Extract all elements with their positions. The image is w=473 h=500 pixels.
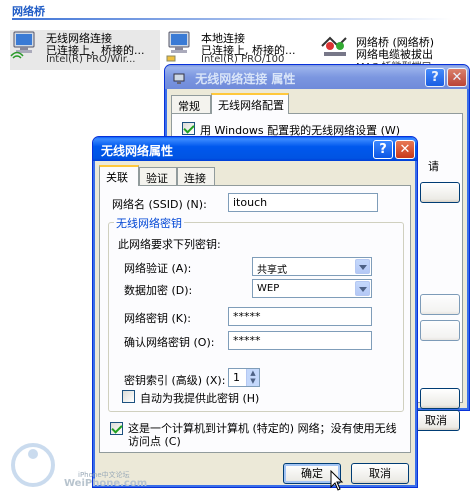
tab-general[interactable]: 常规 bbox=[171, 95, 211, 113]
encrypt-select[interactable]: WEP bbox=[252, 279, 372, 298]
help-button[interactable]: ? bbox=[373, 140, 393, 159]
tab-panel-association: 网络名 (SSID) (N): itouch 无线网络密钥 此网络要求下列密钥:… bbox=[99, 185, 411, 453]
partial-text: 请 bbox=[428, 160, 439, 173]
chevron-down-icon bbox=[355, 259, 370, 274]
wireless-key-group-title: 无线网络密钥 bbox=[114, 215, 184, 231]
auto-key-label: 自动为我提供此密钥 (H) bbox=[140, 392, 260, 405]
watermark: iPhone中文论坛 WeiPhone.com bbox=[8, 440, 147, 496]
tab-association[interactable]: 关联 bbox=[99, 165, 139, 186]
confirm-key-input[interactable]: ***** bbox=[228, 331, 372, 350]
help-button[interactable]: ? bbox=[425, 68, 445, 87]
lan-network-icon bbox=[166, 31, 190, 62]
wireless-network-properties-dialog: 无线网络属性 ? ✕ 关联 验证 连接 网络名 (SSID) (N): itou… bbox=[92, 136, 418, 488]
connection-wireless[interactable]: 无线网络连接 已连接上，桥接的... Intel(R) PRO/Wir... bbox=[10, 30, 160, 70]
partial-button[interactable] bbox=[420, 388, 460, 409]
dialog-title: 无线网络属性 bbox=[101, 144, 174, 158]
spinner-arrows-icon[interactable]: ▲ ▼ bbox=[246, 369, 259, 386]
close-button[interactable]: ✕ bbox=[447, 68, 467, 87]
key-required-text: 此网络要求下列密钥: bbox=[118, 238, 221, 251]
partial-button-disabled[interactable] bbox=[420, 294, 460, 315]
watermark-line2: WeiPhone.com bbox=[64, 478, 148, 489]
auth-label: 网络验证 (A): bbox=[124, 262, 192, 275]
encrypt-label: 数据加密 (D): bbox=[124, 284, 193, 297]
tab-wireless-config[interactable]: 无线网络配置 bbox=[211, 93, 289, 114]
close-button[interactable]: ✕ bbox=[395, 140, 415, 159]
cancel-button[interactable]: 取消 bbox=[351, 463, 409, 484]
auto-key-checkbox[interactable] bbox=[122, 390, 135, 403]
cancel-button[interactable]: 取消 bbox=[412, 410, 460, 431]
use-windows-config-checkbox[interactable] bbox=[182, 122, 195, 135]
watermark-logo-icon bbox=[11, 443, 55, 487]
auth-select[interactable]: 共享式 bbox=[252, 257, 372, 276]
wireless-network-icon bbox=[10, 31, 35, 59]
dialog-titlebar[interactable]: 无线网络属性 ? ✕ bbox=[93, 137, 417, 161]
tab-connection[interactable]: 连接 bbox=[177, 167, 215, 185]
connection-device: Intel(R) PRO/Wir... bbox=[46, 54, 136, 65]
key-index-label: 密钥索引 (高级) (X): bbox=[124, 374, 226, 387]
group-header-network-bridge: 网络桥 bbox=[12, 5, 45, 18]
network-key-label: 网络密钥 (K): bbox=[124, 312, 191, 325]
ssid-label: 网络名 (SSID) (N): bbox=[112, 198, 207, 211]
network-bridge-icon bbox=[321, 36, 347, 56]
window-title: 无线网络连接 属性 bbox=[195, 72, 296, 86]
key-index-spinner[interactable]: 1 ▲ ▼ bbox=[228, 368, 260, 387]
window-titlebar[interactable]: 无线网络连接 属性 ? ✕ bbox=[165, 65, 469, 89]
tab-authentication[interactable]: 验证 bbox=[139, 167, 177, 185]
key-index-value: 1 bbox=[233, 371, 240, 384]
ssid-input[interactable]: itouch bbox=[228, 193, 378, 212]
group-header-divider bbox=[12, 18, 452, 20]
adhoc-network-checkbox[interactable] bbox=[110, 422, 123, 435]
partial-button[interactable] bbox=[420, 182, 460, 203]
mouse-cursor-icon bbox=[330, 470, 344, 491]
network-key-input[interactable]: ***** bbox=[228, 307, 372, 326]
confirm-key-label: 确认网络密钥 (O): bbox=[124, 336, 215, 349]
network-connection-icon bbox=[173, 73, 185, 84]
auth-select-value: 共享式 bbox=[257, 265, 287, 276]
partial-button-disabled[interactable] bbox=[420, 320, 460, 341]
encrypt-select-value: WEP bbox=[257, 283, 280, 294]
chevron-down-icon bbox=[355, 281, 370, 296]
